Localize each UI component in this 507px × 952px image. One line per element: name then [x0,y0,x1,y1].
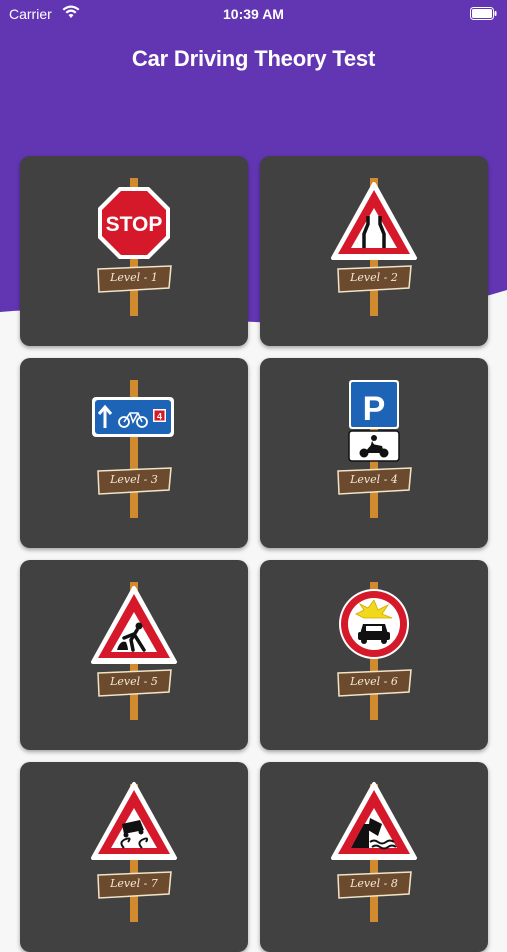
lane-number-text: 4 [157,412,162,422]
battery-icon [470,7,497,20]
status-bar: Carrier 10:39 AM [0,0,507,28]
level-card-1[interactable]: STOP Level - 1 [20,156,248,346]
no-explosives-sign-icon [337,582,412,720]
level-card-4[interactable]: P Level - 4 [260,358,488,548]
level-card-7[interactable]: Level - 7 [20,762,248,952]
road-narrows-sign-icon [331,178,417,316]
clock: 10:39 AM [223,6,284,22]
page-title: Car Driving Theory Test [131,46,376,71]
level-card-3[interactable]: 4 Level - 3 [20,358,248,548]
slippery-road-sign-icon [91,782,177,922]
level-card-6[interactable]: Level - 6 [260,560,488,750]
stop-sign-icon: STOP [97,178,172,316]
quayside-sign-icon [331,782,417,922]
roadworks-sign-icon [91,582,177,720]
level-card-5[interactable]: Level - 5 [20,560,248,750]
parking-text: P [363,390,386,428]
level-card-2[interactable]: Level - 2 [260,156,488,346]
motorcycle-parking-sign-icon: P [337,380,412,518]
level-card-8[interactable]: Level - 8 [260,762,488,952]
stop-text: STOP [106,213,163,236]
cycle-lane-sign-icon: 4 [92,380,174,518]
